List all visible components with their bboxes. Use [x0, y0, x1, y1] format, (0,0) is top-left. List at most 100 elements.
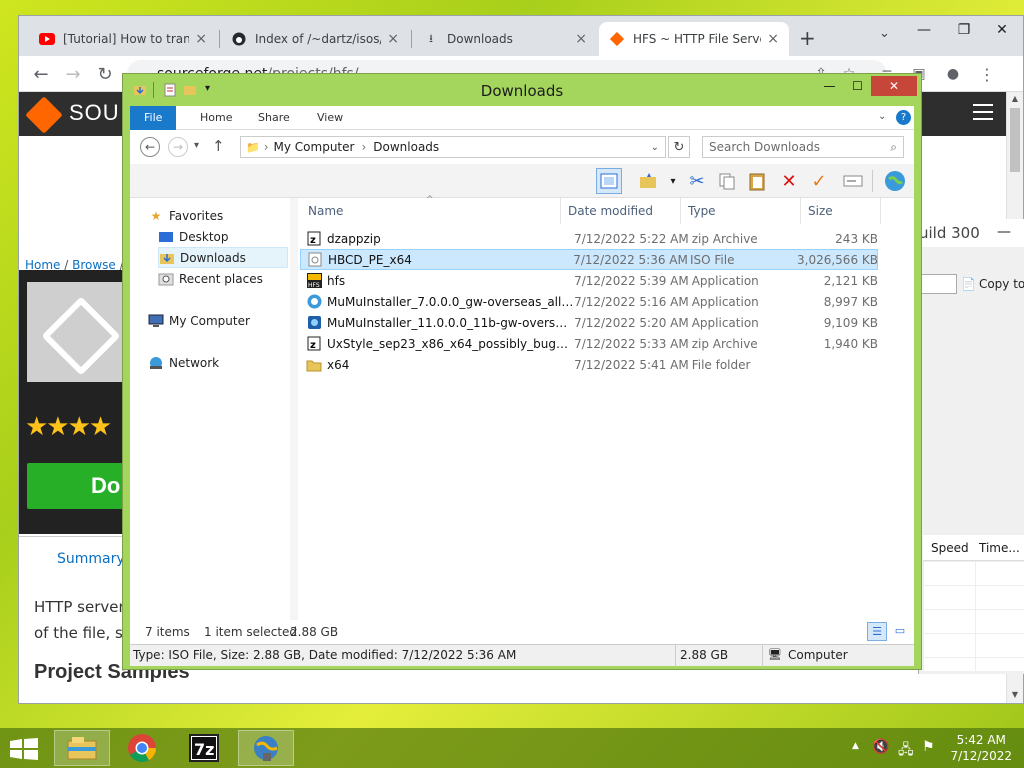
refresh-icon[interactable]: ↻	[668, 136, 690, 158]
column-date-modified[interactable]: Date modified	[568, 204, 653, 218]
back-arrow-icon[interactable]: ←	[29, 62, 53, 86]
file-row[interactable]: MuMuInstaller_11.0.0.0_11b-gw-overseas..…	[300, 312, 878, 333]
back-arrow-icon[interactable]: ←	[140, 137, 160, 157]
sourceforge-logo-icon[interactable]	[25, 96, 63, 134]
browser-tab-downloads[interactable]: ⭳ Downloads ×	[413, 22, 597, 56]
column-speed[interactable]: Speed	[931, 541, 969, 555]
nav-desktop[interactable]: Desktop	[158, 226, 288, 247]
expand-ribbon-chevron-icon[interactable]: ⌄	[878, 111, 886, 122]
pane-splitter[interactable]	[290, 198, 298, 644]
copy-to-clipboard-button[interactable]: 📄 Copy to	[961, 272, 1024, 296]
hfs-taskbar-button[interactable]	[238, 730, 294, 766]
close-button[interactable]: ✕	[871, 76, 917, 96]
preview-pane-icon[interactable]	[596, 168, 622, 194]
column-time[interactable]: Time...	[979, 541, 1020, 555]
selection-size: 2.88 GB	[290, 625, 339, 639]
breadcrumb-chevron-icon[interactable]: ›	[264, 140, 269, 154]
close-tab-icon[interactable]: ×	[387, 31, 399, 47]
globe-icon[interactable]	[882, 168, 908, 194]
nav-downloads[interactable]: Downloads	[158, 247, 288, 268]
nav-network[interactable]: Network	[148, 352, 288, 373]
cut-icon[interactable]: ✂	[684, 168, 710, 194]
close-tab-icon[interactable]: ×	[575, 31, 587, 47]
site-logo-text[interactable]: SOU	[69, 100, 120, 126]
scroll-down-arrow-icon[interactable]: ▼	[1010, 690, 1020, 700]
large-icons-view-icon[interactable]: ▭	[890, 622, 910, 641]
column-name[interactable]: Name	[308, 204, 343, 218]
tab-share[interactable]: Share	[244, 106, 304, 130]
recent-locations-dropdown-icon[interactable]: ▾	[194, 140, 199, 151]
tab-file[interactable]: File	[130, 106, 177, 130]
maximize-button[interactable]: ❐	[947, 16, 981, 44]
address-breadcrumb[interactable]: 📁 › My Computer › Downloads ⌄	[240, 136, 666, 158]
nav-my-computer[interactable]: My Computer	[148, 310, 288, 331]
browser-tab-index[interactable]: Index of /~dartz/isos/ ×	[221, 22, 409, 56]
scrollbar-thumb[interactable]	[1010, 108, 1020, 172]
forward-arrow-icon[interactable]: →	[61, 62, 85, 86]
details-view-icon[interactable]: ☰	[867, 622, 887, 641]
column-divider[interactable]	[880, 198, 881, 224]
scroll-up-arrow-icon[interactable]: ▲	[1010, 94, 1020, 104]
column-divider[interactable]	[800, 198, 801, 224]
show-hidden-icons-icon[interactable]: ▲	[852, 741, 859, 751]
up-arrow-icon[interactable]: ↑	[212, 137, 225, 155]
volume-muted-icon[interactable]: 🔇	[872, 739, 889, 755]
paste-icon[interactable]	[744, 168, 770, 194]
breadcrumb-chevron-icon[interactable]: ›	[361, 140, 366, 154]
tab-home[interactable]: Home	[186, 106, 246, 130]
tab-view[interactable]: View	[303, 106, 357, 130]
file-row[interactable]: MuMuInstaller_7.0.0.0_gw-overseas_all_1.…	[300, 291, 878, 312]
system-clock[interactable]: 5:42 AM 7/12/2022	[950, 732, 1012, 764]
network-status-icon[interactable]: 🖧	[898, 739, 914, 763]
tab-summary[interactable]: Summary	[57, 551, 125, 567]
minimize-button[interactable]: —	[815, 76, 844, 96]
file-row-selected[interactable]: HBCD_PE_x64 7/12/2022 5:36 AM ISO File 3…	[300, 249, 878, 270]
hfs-minimize-button[interactable]: —	[997, 224, 1011, 240]
column-divider[interactable]	[560, 198, 561, 224]
menu-kebab-icon[interactable]: ⋮	[975, 62, 999, 86]
new-tab-button[interactable]: +	[799, 26, 816, 50]
column-divider[interactable]	[680, 198, 681, 224]
breadcrumb-downloads[interactable]: Downloads	[373, 140, 439, 154]
options-dropdown-icon[interactable]: ▾	[660, 168, 686, 194]
nav-recent-places[interactable]: Recent places	[158, 268, 288, 289]
browser-tab-hfs[interactable]: HFS ~ HTTP File Server ×	[599, 22, 789, 56]
hamburger-menu-icon[interactable]	[973, 104, 993, 120]
browser-tab-strip: [Tutorial] How to transfe × Index of /~d…	[19, 16, 1023, 56]
column-size[interactable]: Size	[808, 204, 833, 218]
file-row[interactable]: x64 7/12/2022 5:41 AM File folder	[300, 354, 878, 375]
help-icon[interactable]: ?	[896, 110, 911, 125]
file-explorer-taskbar-button[interactable]	[54, 730, 110, 766]
minimize-button[interactable]: —	[907, 16, 941, 44]
close-tab-icon[interactable]: ×	[767, 31, 779, 47]
hfs-url-field[interactable]	[919, 274, 957, 294]
forward-arrow-icon[interactable]: →	[168, 137, 188, 157]
maximize-button[interactable]: ☐	[843, 76, 872, 96]
close-tab-icon[interactable]: ×	[195, 31, 207, 47]
column-type[interactable]: Type	[688, 204, 716, 218]
chrome-taskbar-button[interactable]	[114, 730, 170, 766]
details-size: 2.88 GB	[680, 648, 729, 662]
tab-search-chevron-icon[interactable]: ⌄	[879, 26, 890, 41]
reload-icon[interactable]: ↻	[93, 62, 117, 86]
7zip-taskbar-button[interactable]: 7z	[176, 730, 232, 766]
profile-avatar-icon[interactable]: ●	[941, 62, 965, 86]
navigation-pane: ★ Favorites Desktop Downloads Recent plac…	[130, 198, 290, 644]
file-row[interactable]: HFS hfs 7/12/2022 5:39 AM Application 2,…	[300, 270, 878, 291]
folder-options-icon[interactable]	[636, 168, 662, 194]
checkmark-icon[interactable]: ✓	[806, 168, 832, 194]
nav-favorites[interactable]: ★ Favorites	[148, 205, 288, 226]
rename-icon[interactable]	[840, 168, 866, 194]
delete-icon[interactable]: ✕	[776, 168, 802, 194]
copy-icon[interactable]	[714, 168, 740, 194]
windows-start-icon[interactable]	[10, 738, 38, 763]
close-button[interactable]: ✕	[985, 16, 1019, 44]
action-center-icon[interactable]: ⚑	[922, 739, 935, 755]
file-row[interactable]: z UxStyle_sep23_x86_x64_possibly_bugged …	[300, 333, 878, 354]
search-input[interactable]: Search Downloads ⌕	[702, 136, 904, 158]
breadcrumb-my-computer[interactable]: My Computer	[274, 140, 355, 154]
address-dropdown-icon[interactable]: ⌄	[651, 142, 659, 153]
hfs-transfers-list[interactable]	[923, 561, 1024, 671]
file-row[interactable]: z dzappzip 7/12/2022 5:22 AM zip Archive…	[300, 228, 878, 249]
browser-tab-youtube[interactable]: [Tutorial] How to transfe ×	[29, 22, 217, 56]
